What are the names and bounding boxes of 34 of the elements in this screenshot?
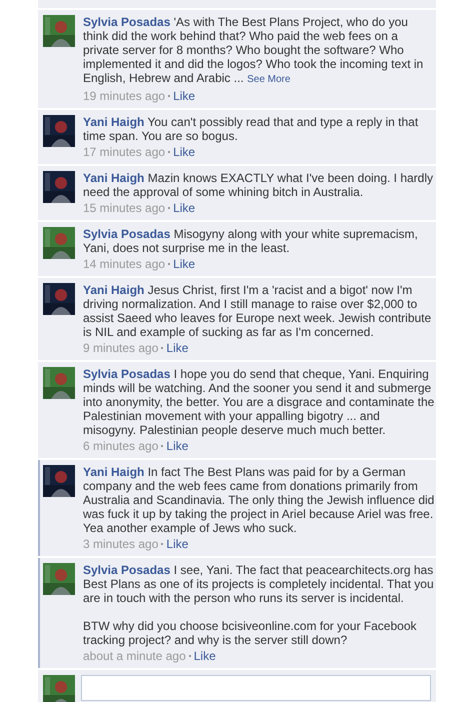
like-link[interactable]: Like [166,537,188,551]
comment-text: Yani Haigh In fact The Best Plans was paid for by a German company and the web fees came from donations primarily from Australia and Scandinavia. The only thing the Jewish influence did was fuck it up by taking the project in Ariel because Ariel was free. Yea another example of Jews who suck. [83,465,435,535]
author-link[interactable]: Yani Haigh [83,115,144,129]
comment-text: Yani Haigh Jesus Christ, first I'm a 'racist and a bigot' now I'm driving normalization. And I still manage to raise over $2,000 to assist Saeed who leaves for Europe next week. Jewish contribute is NIL and example of sucking as far as I'm concerned. [83,283,432,339]
comment-text: Sylvia Posadas I see, Yani. The fact that peacearchitects.org has Best Plans as one of its projects is completely incidental. That you are in touch with the person who runs its server is incidental. BTW why did you choose bcisiveonline.com for your Facebook tracking project? and why is the server still down? [83,563,435,647]
comment-text: Sylvia Posadas 'As with The Best Plans Project, who do you think did the work behind that? Who paid the web fees on a private server for 8 months? Who bought the software? Who implemented it and did the logos? Who took the incoming text in English, Hebrew and Arabic ... See More [83,15,424,87]
author-link[interactable]: Sylvia Posadas [83,15,170,29]
like-link[interactable]: Like [173,257,196,271]
timestamp: 19 minutes ago [83,89,166,103]
see-more-link[interactable]: See More [247,74,290,85]
like-link[interactable]: Like [173,89,196,103]
like-link[interactable]: Like [166,341,188,355]
author-link[interactable]: Yani Haigh [83,283,144,297]
timestamp: about a minute ago [83,649,186,663]
comment-text: Sylvia Posadas I hope you do send that cheque, Yani. Enquiring minds will be watching. And the sooner you send it and submerge into anonymity, the better. You are a disgrace and contaminate the Palestinian movement with your appalling bigotry ... and misogyny. Palestinian people deserve much much better. [83,367,435,437]
like-link[interactable]: Like [173,201,196,215]
timestamp: 15 minutes ago [83,201,166,215]
author-link[interactable]: Sylvia Posadas [83,563,170,577]
comment-text: Yani Haigh Mazin knows EXACTLY what I've been doing. I hardly need the approval of some whining bitch in Australia. [83,171,434,199]
comment-text: Yani Haigh You can't possibly read that and type a reply in that time span. You are so bogus. [83,115,420,143]
like-link[interactable]: Like [166,439,188,453]
author-link[interactable]: Sylvia Posadas [83,227,170,241]
timestamp: 3 minutes ago [83,537,158,551]
comment-text: Sylvia Posadas Misogyny along with your white supremacism, Yani, does not surprise me in the least. [83,227,419,255]
like-link[interactable]: Like [194,649,216,663]
timestamp: 6 minutes ago [83,439,158,453]
timestamp: 9 minutes ago [83,341,158,355]
timestamp: 17 minutes ago [83,145,166,159]
author-link[interactable]: Yani Haigh [83,465,144,479]
timestamp: 14 minutes ago [83,257,166,271]
like-link[interactable]: Like [173,145,196,159]
comment-input[interactable] [81,675,431,701]
author-link[interactable]: Sylvia Posadas [83,367,170,381]
author-link[interactable]: Yani Haigh [83,171,144,185]
